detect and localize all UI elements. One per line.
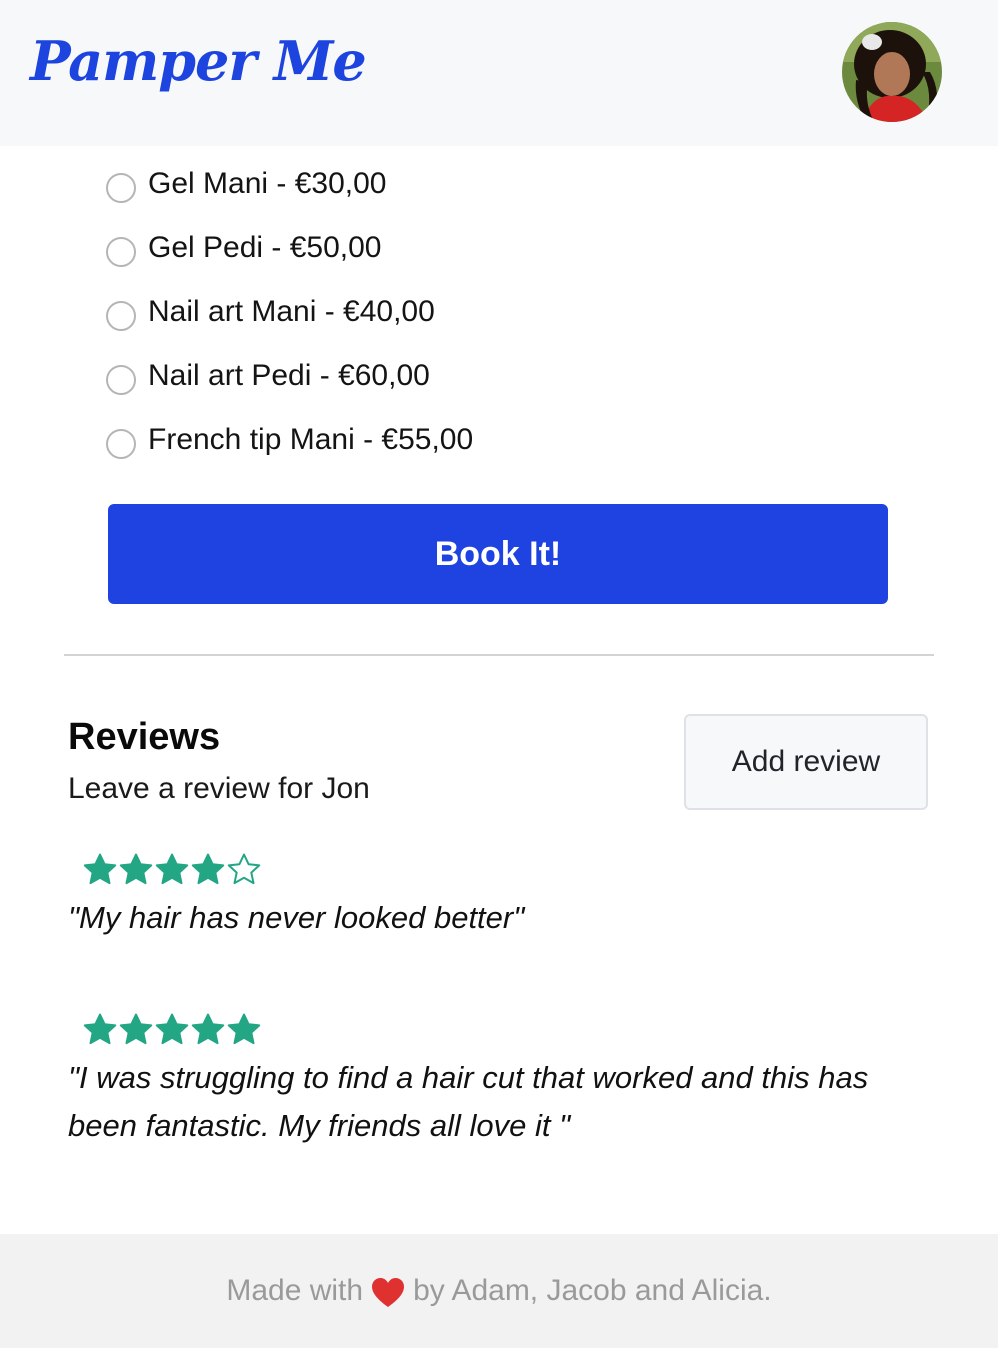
star-filled-icon (191, 853, 225, 885)
service-option[interactable]: Nail art Pedi - €60,00 (106, 344, 473, 408)
star-filled-icon (227, 1013, 261, 1045)
footer-text-after: by Adam, Jacob and Alicia. (413, 1274, 772, 1307)
footer: Made with by Adam, Jacob and Alicia. (0, 1234, 998, 1348)
service-option-label: Nail art Pedi - €60,00 (148, 359, 430, 392)
star-filled-icon (119, 1013, 153, 1045)
service-option-label: Gel Pedi - €50,00 (148, 231, 382, 264)
star-empty-icon (227, 853, 261, 885)
radio-button[interactable] (106, 173, 136, 203)
radio-button[interactable] (106, 429, 136, 459)
user-avatar-icon[interactable] (842, 22, 942, 122)
service-options: Gel Mani - €30,00 Gel Pedi - €50,00 Nail a… (106, 152, 473, 472)
review-text: "I was struggling to find a hair cut tha… (68, 1060, 869, 1143)
service-option[interactable]: French tip Mani - €55,00 (106, 408, 473, 472)
service-option-label: Nail art Mani - €40,00 (148, 295, 435, 328)
radio-button[interactable] (106, 365, 136, 395)
navbar: Pamper Me (0, 0, 998, 146)
radio-button[interactable] (106, 237, 136, 267)
radio-button[interactable] (106, 301, 136, 331)
star-filled-icon (119, 853, 153, 885)
add-review-button[interactable]: Add review (684, 714, 928, 810)
review-item: "My hair has never looked better" (68, 850, 928, 942)
star-rating (82, 850, 928, 890)
star-filled-icon (83, 853, 117, 885)
star-filled-icon (155, 1013, 189, 1045)
star-filled-icon (155, 853, 189, 885)
brand-logo[interactable]: Pamper Me (30, 34, 367, 88)
heart-icon (372, 1278, 405, 1307)
star-filled-icon (83, 1013, 117, 1045)
star-filled-icon (191, 1013, 225, 1045)
reviews-heading: Reviews (68, 716, 221, 758)
service-option[interactable]: Gel Pedi - €50,00 (106, 216, 473, 280)
footer-text-before: Made with (226, 1274, 364, 1307)
book-it-button[interactable]: Book It! (108, 504, 888, 604)
review-item: "I was struggling to find a hair cut tha… (68, 1010, 928, 1150)
star-rating (82, 1010, 928, 1050)
service-option-label: French tip Mani - €55,00 (148, 423, 474, 456)
service-option-label: Gel Mani - €30,00 (148, 167, 387, 200)
service-option[interactable]: Nail art Mani - €40,00 (106, 280, 473, 344)
review-text: "My hair has never looked better" (68, 900, 525, 935)
section-divider (64, 654, 934, 656)
reviews-subtitle: Leave a review for Jon (68, 772, 370, 805)
service-option[interactable]: Gel Mani - €30,00 (106, 152, 473, 216)
